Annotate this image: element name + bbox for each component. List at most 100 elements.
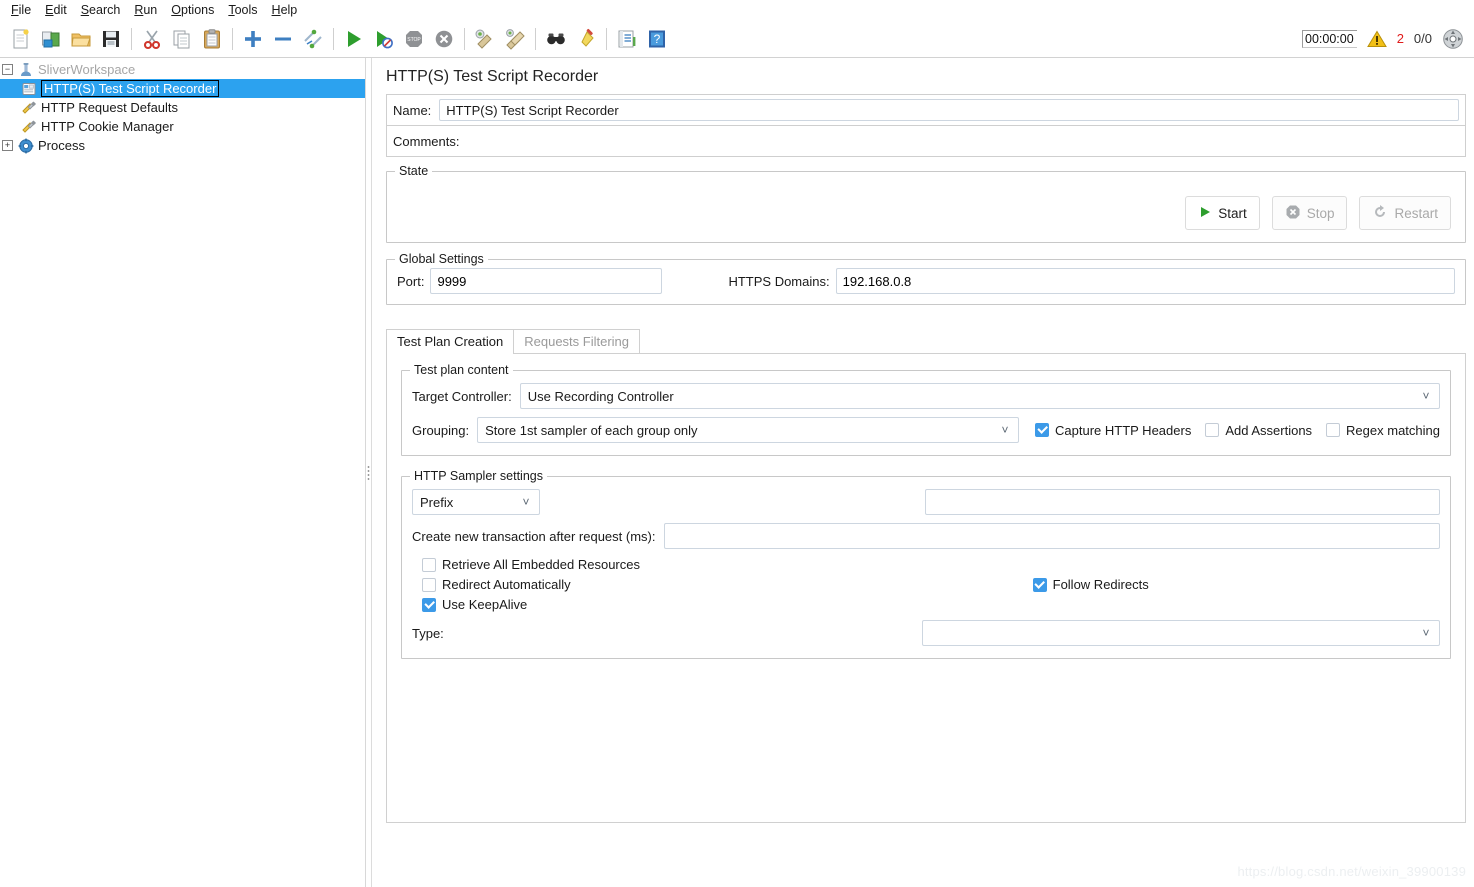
- paste-icon[interactable]: [197, 24, 227, 54]
- https-domains-label: HTTPS Domains:: [728, 273, 830, 289]
- add-assertions-label: Add Assertions: [1225, 422, 1313, 438]
- main-area: − SliverWorkspace HTTP(S) Test Script Re…: [0, 58, 1474, 887]
- tab-requests-filtering[interactable]: Requests Filtering: [513, 329, 641, 354]
- warning-triangle-icon[interactable]: [1366, 30, 1387, 48]
- comments-input[interactable]: [467, 130, 1459, 152]
- tree-node-sliverworkspace[interactable]: − SliverWorkspace: [0, 60, 365, 79]
- stop-icon[interactable]: STOP: [399, 24, 429, 54]
- port-input[interactable]: [430, 268, 663, 294]
- cut-icon[interactable]: [137, 24, 167, 54]
- target-controller-combo[interactable]: Use Recording Controller ˅: [519, 383, 1440, 409]
- retrieve-embedded-row: Retrieve All Embedded Resources: [412, 557, 1440, 572]
- tree-node-label: HTTP Request Defaults: [41, 99, 179, 115]
- checkbox-indicator: [422, 577, 436, 592]
- chevron-down-icon: ˅: [1001, 423, 1009, 437]
- toolbar-separator: [535, 27, 536, 50]
- function-helper-icon[interactable]: [612, 24, 642, 54]
- test-plan-icon: [17, 62, 35, 78]
- naming-mode-value: Prefix: [420, 494, 454, 510]
- shutdown-icon[interactable]: [429, 24, 459, 54]
- copy-icon[interactable]: [167, 24, 197, 54]
- tab-test-plan-creation[interactable]: Test Plan Creation: [386, 329, 515, 354]
- clear-icon[interactable]: [470, 24, 500, 54]
- name-label: Name:: [393, 102, 432, 118]
- checkbox-indicator: [422, 557, 436, 572]
- grouping-label: Grouping:: [412, 422, 470, 438]
- start-no-timers-icon[interactable]: [369, 24, 399, 54]
- name-row: Name:: [386, 94, 1466, 125]
- naming-mode-combo[interactable]: Prefix ˅: [412, 489, 540, 515]
- https-domains-input[interactable]: [835, 268, 1455, 294]
- state-buttons: Start Stop Restart: [1185, 196, 1451, 230]
- chevron-down-icon: ˅: [522, 495, 530, 509]
- follow-redirects-checkbox[interactable]: Follow Redirects: [1032, 577, 1149, 592]
- menu-help[interactable]: Help: [265, 2, 305, 18]
- redirect-automatically-checkbox[interactable]: Redirect Automatically: [422, 577, 571, 592]
- menu-search[interactable]: Search: [74, 2, 128, 18]
- toggle-icon[interactable]: [298, 24, 328, 54]
- menu-tools[interactable]: Tools: [221, 2, 264, 18]
- tree-node-process[interactable]: + Process: [0, 136, 365, 155]
- comments-label: Comments:: [393, 133, 460, 149]
- checkbox-indicator: [1032, 577, 1047, 592]
- search-icon[interactable]: [541, 24, 571, 54]
- help-icon[interactable]: ?: [642, 24, 672, 54]
- retrieve-embedded-resources-checkbox[interactable]: Retrieve All Embedded Resources: [422, 557, 640, 572]
- tree-node-http-request-defaults[interactable]: HTTP Request Defaults: [0, 98, 365, 117]
- naming-mode-row: Prefix ˅: [412, 489, 1440, 515]
- tree-toggle-collapse-icon[interactable]: −: [2, 64, 13, 75]
- expand-icon[interactable]: [238, 24, 268, 54]
- menu-bar: File Edit Search Run Options Tools Help: [0, 0, 1474, 20]
- tree-node-label: Process: [38, 137, 85, 153]
- menu-edit[interactable]: Edit: [38, 2, 74, 18]
- tab-strip: Test Plan Creation Requests Filtering: [386, 327, 1466, 354]
- start-icon[interactable]: [339, 24, 369, 54]
- state-group: State Start Stop Restart: [386, 164, 1466, 243]
- restart-button-label: Restart: [1394, 205, 1438, 221]
- target-controller-value: Use Recording Controller: [527, 388, 674, 404]
- target-controller-row: Target Controller: Use Recording Control…: [412, 383, 1440, 409]
- toolbar-separator: [232, 27, 233, 50]
- prefix-input[interactable]: [925, 489, 1440, 515]
- use-keepalive-label: Use KeepAlive: [442, 597, 528, 612]
- tree-node-http-cookie-manager[interactable]: HTTP Cookie Manager: [0, 117, 365, 136]
- collapse-icon[interactable]: [268, 24, 298, 54]
- test-plan-tree[interactable]: − SliverWorkspace HTTP(S) Test Script Re…: [0, 58, 366, 887]
- retrieve-embedded-resources-label: Retrieve All Embedded Resources: [442, 557, 640, 572]
- transaction-input[interactable]: [663, 523, 1440, 549]
- tree-node-http-test-script-recorder[interactable]: HTTP(S) Test Script Recorder: [0, 79, 365, 98]
- use-keepalive-checkbox[interactable]: Use KeepAlive: [422, 597, 527, 612]
- capture-http-headers-checkbox[interactable]: Capture HTTP Headers: [1035, 423, 1191, 438]
- save-icon[interactable]: [96, 24, 126, 54]
- config-element-icon: [20, 119, 38, 135]
- restart-button[interactable]: Restart: [1359, 196, 1451, 230]
- toolbar-separator: [131, 27, 132, 50]
- global-settings-group: Global Settings Port: HTTPS Domains:: [386, 252, 1466, 305]
- connection-status-icon[interactable]: [1442, 28, 1464, 50]
- toolbar: STOP ? 00:00:00 2 0/0: [0, 20, 1474, 58]
- grouping-value: Store 1st sampler of each group only: [485, 422, 698, 438]
- templates-icon[interactable]: [36, 24, 66, 54]
- name-input[interactable]: [439, 99, 1459, 121]
- start-button[interactable]: Start: [1185, 196, 1260, 230]
- play-icon: [1198, 205, 1212, 222]
- menu-file[interactable]: File: [4, 2, 38, 18]
- tree-toggle-expand-icon[interactable]: +: [2, 140, 13, 151]
- clear-all-icon[interactable]: [500, 24, 530, 54]
- new-icon[interactable]: [6, 24, 36, 54]
- port-label: Port:: [397, 273, 425, 289]
- open-icon[interactable]: [66, 24, 96, 54]
- add-assertions-checkbox[interactable]: Add Assertions: [1205, 423, 1312, 438]
- watermark-text: https://blog.csdn.net/weixin_39900139: [1237, 864, 1466, 879]
- test-plan-content-title: Test plan content: [410, 363, 513, 377]
- restart-icon: [1372, 204, 1388, 223]
- toolbar-status-area: 00:00:00 2 0/0: [1302, 28, 1468, 50]
- stop-button-label: Stop: [1306, 205, 1335, 221]
- regex-matching-checkbox[interactable]: Regex matching: [1326, 423, 1440, 438]
- menu-options[interactable]: Options: [164, 2, 221, 18]
- stop-button[interactable]: Stop: [1271, 196, 1348, 230]
- grouping-combo[interactable]: Store 1st sampler of each group only ˅: [477, 417, 1019, 443]
- search-reset-icon[interactable]: [571, 24, 601, 54]
- type-combo[interactable]: ˅: [922, 620, 1440, 646]
- menu-run[interactable]: Run: [127, 2, 164, 18]
